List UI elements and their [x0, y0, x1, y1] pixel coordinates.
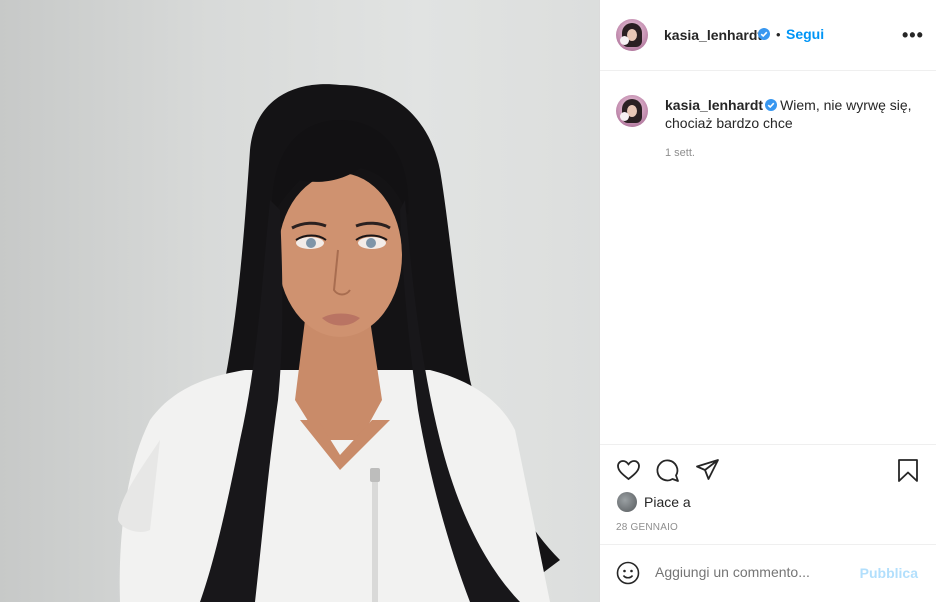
post-caption: kasia_lenhardt Wiem, nie wyrwę się, choci…: [665, 96, 915, 132]
portrait-illustration: [118, 84, 560, 602]
comment-bar: Pubblica: [600, 544, 936, 603]
likes-label[interactable]: Piace a: [644, 494, 691, 510]
post-header: kasia_lenhardt • Segui •••: [600, 0, 936, 71]
more-options-icon[interactable]: •••: [902, 25, 924, 46]
caption-username[interactable]: kasia_lenhardt: [665, 97, 763, 113]
caption-avatar[interactable]: [616, 95, 648, 127]
comment-input[interactable]: [655, 564, 855, 580]
verified-badge-icon: [765, 99, 778, 111]
bookmark-icon[interactable]: [897, 458, 919, 488]
header-username[interactable]: kasia_lenhardt: [664, 27, 762, 43]
publish-button[interactable]: Pubblica: [860, 565, 918, 581]
emoji-icon[interactable]: [616, 561, 640, 590]
share-icon[interactable]: [695, 458, 720, 487]
verified-badge-icon: [758, 28, 770, 40]
author-avatar[interactable]: [616, 19, 648, 51]
heart-icon[interactable]: [616, 458, 641, 487]
liker-avatar[interactable]: [617, 492, 637, 512]
caption-timestamp[interactable]: 1 sett.: [665, 147, 695, 159]
header-separator: •: [776, 27, 781, 42]
post-photo[interactable]: [0, 0, 599, 602]
instagram-post: kasia_lenhardt • Segui ••• kasia_lenhard…: [0, 0, 936, 602]
comment-icon[interactable]: [655, 458, 680, 488]
post-sidebar: kasia_lenhardt • Segui ••• kasia_lenhard…: [600, 0, 936, 602]
follow-button[interactable]: Segui: [786, 26, 824, 42]
post-actions: Piace a 28 GENNAIO: [600, 444, 936, 545]
post-date[interactable]: 28 GENNAIO: [616, 522, 678, 533]
